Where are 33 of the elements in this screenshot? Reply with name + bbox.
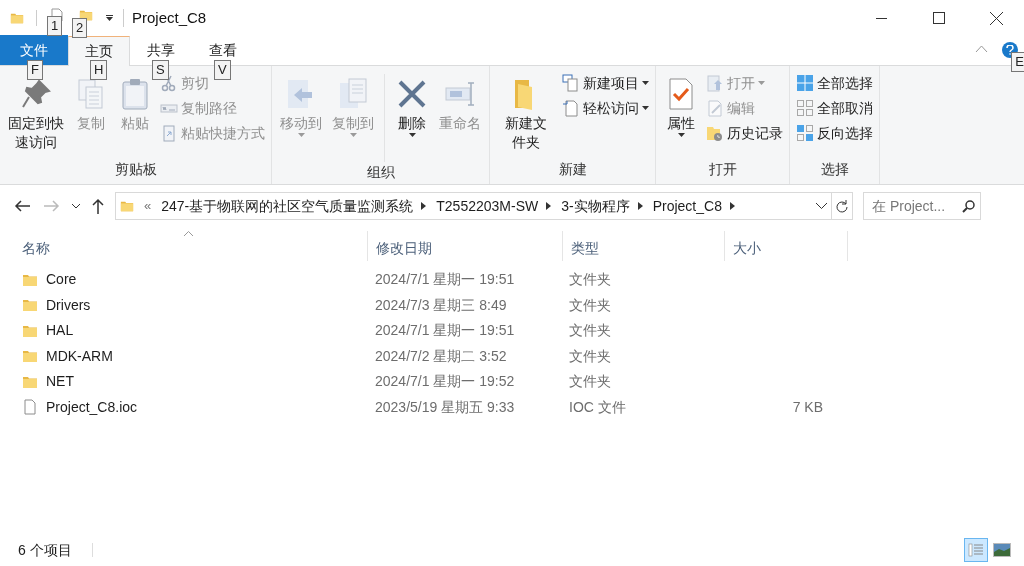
file-name: Core — [46, 270, 77, 290]
file-type: 文件夹 — [568, 270, 612, 290]
keytip-tooltip: F — [27, 60, 43, 80]
file-type: 文件夹 — [568, 295, 612, 315]
file-type: 文件夹 — [568, 321, 612, 341]
modified-date: 2024/7/3 星期三 8:49 — [374, 295, 508, 315]
modified-date: 2024/7/1 星期一 19:52 — [374, 372, 516, 392]
file-name: Drivers — [46, 295, 91, 315]
item-count: 6 个项目 — [18, 540, 72, 560]
modified-date: 2024/7/1 星期一 19:51 — [374, 321, 516, 341]
keytip-tooltip: 2 — [72, 18, 88, 38]
group-label: 剪贴板 — [113, 160, 158, 179]
keytip-tooltip: 1 — [47, 16, 63, 36]
file-name: Project_C8.ioc — [46, 397, 138, 417]
keytip-tooltip: E — [1011, 52, 1024, 72]
group-label: 新建 — [557, 160, 588, 179]
file-name: MDK-ARM — [46, 346, 113, 366]
keytip-tooltip: S — [152, 60, 169, 80]
keytip-tooltip: V — [214, 60, 231, 80]
group-label: 组织 — [365, 163, 396, 182]
file-size: 7 KB — [791, 397, 823, 417]
file-type: 文件夹 — [568, 372, 612, 392]
file-name: NET — [46, 372, 74, 392]
file-name: HAL — [46, 321, 74, 341]
file-type: IOC 文件 — [568, 397, 627, 417]
file-type: 文件夹 — [568, 346, 612, 366]
modified-date: 2023/5/19 星期五 9:33 — [374, 397, 516, 417]
group-label: 选择 — [819, 160, 850, 179]
group-label: 打开 — [707, 160, 738, 179]
keytip-tooltip: H — [90, 60, 108, 80]
window-title: Project_C8 — [132, 7, 207, 28]
modified-date: 2024/7/1 星期一 19:51 — [374, 270, 516, 290]
modified-date: 2024/7/2 星期二 3:52 — [374, 346, 508, 366]
